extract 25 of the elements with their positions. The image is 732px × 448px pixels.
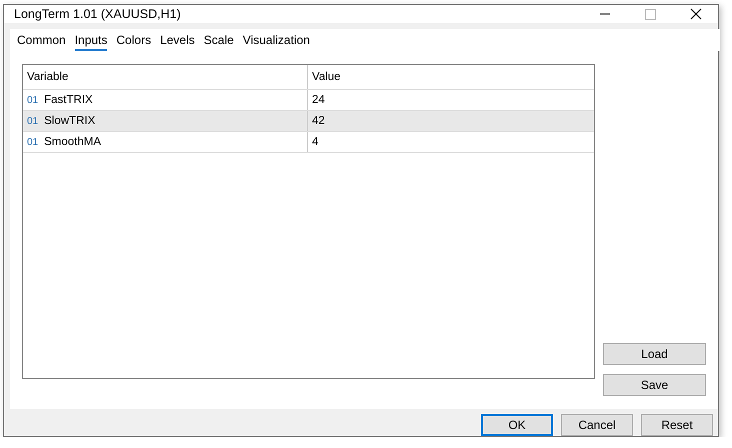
- variable-name: SmoothMA: [44, 136, 102, 148]
- tab[interactable]: Visualization: [242, 33, 310, 49]
- dialog-button[interactable]: OK: [481, 414, 553, 436]
- variable-name: SlowTRIX: [44, 115, 96, 127]
- side-button[interactable]: Load: [603, 343, 706, 365]
- close-icon[interactable]: [690, 8, 702, 20]
- tab[interactable]: Common: [17, 33, 66, 49]
- tab[interactable]: Scale: [204, 33, 234, 49]
- type-label: 01: [27, 94, 38, 106]
- table-row[interactable]: 01 SlowTRIX 42: [23, 111, 594, 132]
- variable-name: FastTRIX: [44, 94, 93, 106]
- column-header[interactable]: Value: [308, 65, 594, 89]
- type-label: 01: [27, 116, 38, 126]
- tab[interactable]: Levels: [160, 33, 195, 49]
- column-header[interactable]: Variable: [23, 65, 308, 89]
- value-cell[interactable]: 24: [308, 90, 594, 110]
- window-title: LongTerm 1.01 (XAUUSD,H1): [14, 7, 181, 21]
- tab[interactable]: Colors: [116, 33, 152, 49]
- value-cell[interactable]: 42: [308, 111, 594, 131]
- table-row[interactable]: 01 SmoothMA 4: [23, 132, 594, 153]
- type-label: 01: [27, 136, 38, 148]
- side-button[interactable]: Save: [603, 374, 706, 396]
- value-cell[interactable]: 4: [308, 132, 594, 152]
- dialog-button[interactable]: Reset: [641, 414, 713, 436]
- dialog-button[interactable]: Cancel: [561, 414, 633, 436]
